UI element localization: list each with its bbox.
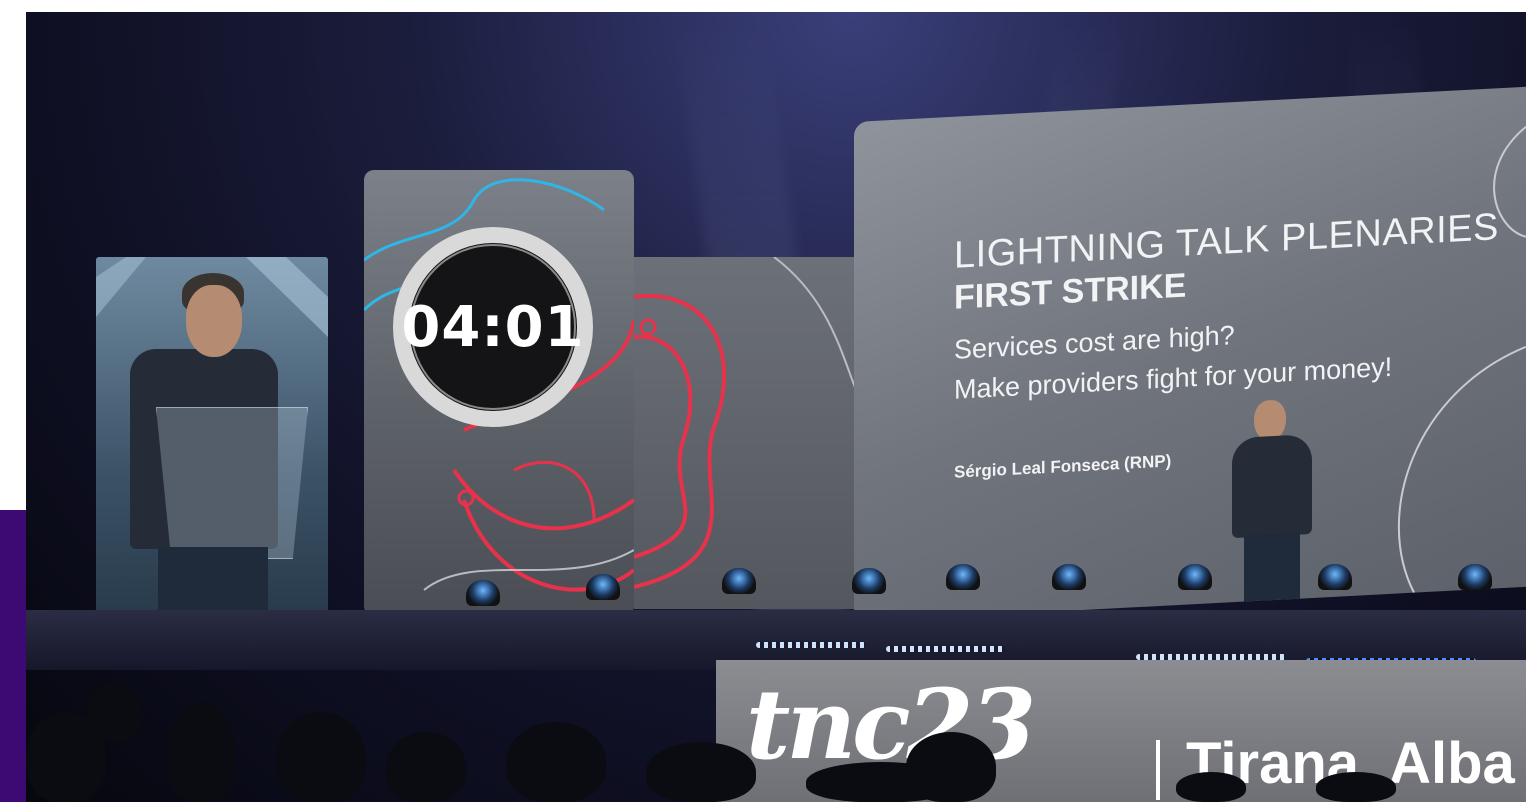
presentation-screen: LIGHTNING TALK PLENARIES FIRST STRIKE Se… [854,86,1526,622]
stage-light [852,568,886,594]
stage-light [1458,564,1492,590]
decor-screen [634,257,886,609]
stage-light [586,574,620,600]
audience-member [906,732,996,802]
stage-light [1318,564,1352,590]
banner-divider [1156,740,1160,800]
timer-display: 04:01 [401,294,585,360]
contour-lines [634,257,886,589]
stage-light [466,580,500,606]
stage-light [722,568,756,594]
audience-member [1176,772,1246,802]
audience-member [506,722,606,802]
audience-member [386,732,466,802]
audience-member [1316,772,1396,802]
audience-member [276,712,366,802]
stage-light [1052,564,1086,590]
audience-member [646,742,756,802]
stage-light [1178,564,1212,590]
speaker-figure [96,257,328,623]
speaker-on-stage [1214,397,1334,603]
timer-screen: 04:01 [364,170,634,616]
led-strip [886,646,1006,652]
audience-member [26,712,106,802]
speaker-video-screen [96,257,328,623]
stage-light [946,564,980,590]
stage-photo: 04:01 LIGHTNING TALK PLENARIES FIRST STR… [26,12,1526,802]
purple-edge [0,510,26,802]
led-strip [756,642,866,648]
audience-member [166,702,236,802]
